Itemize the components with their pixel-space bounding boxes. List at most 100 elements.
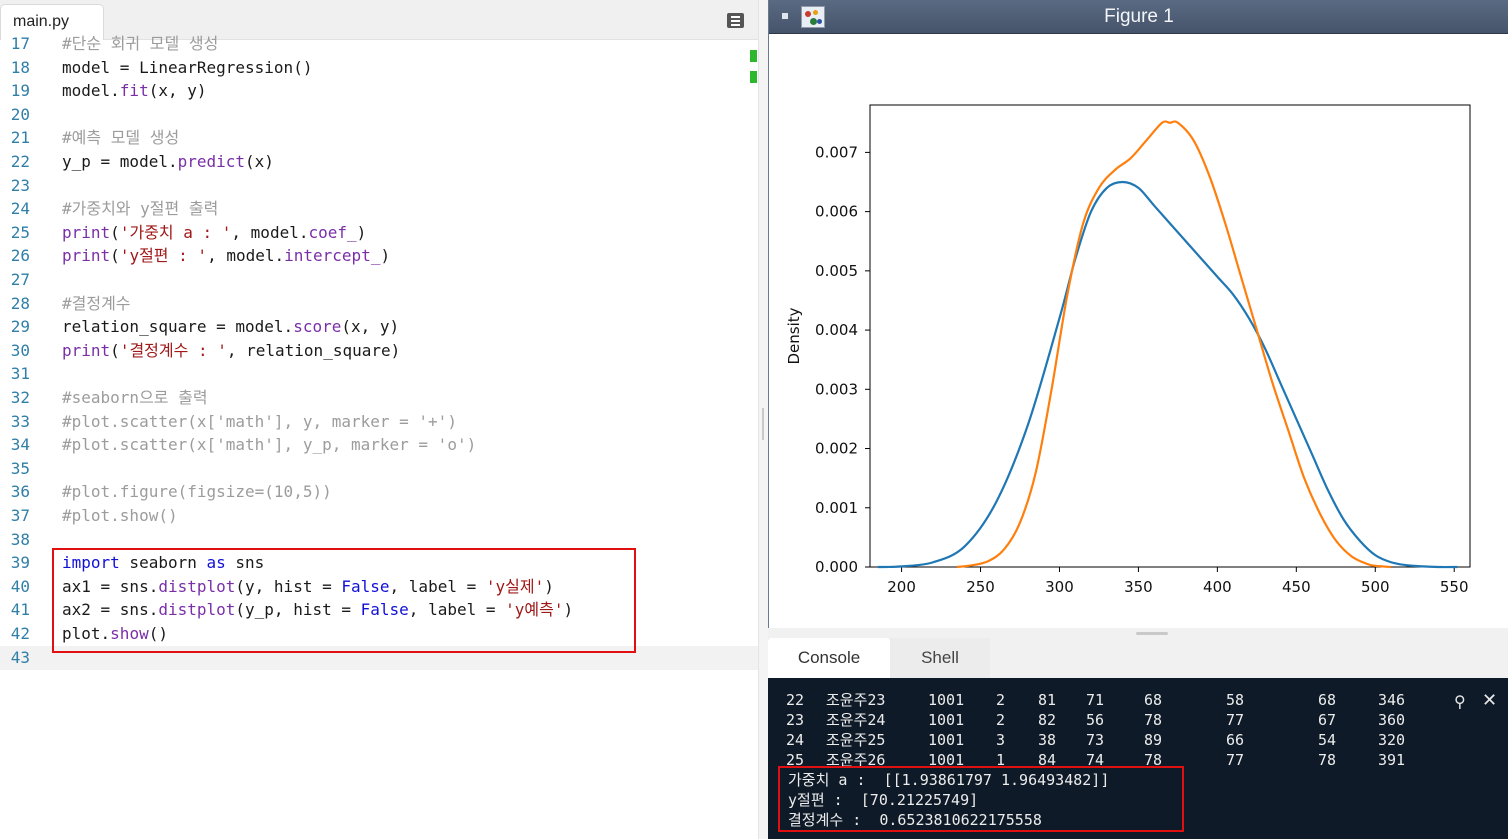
change-marker	[750, 71, 757, 83]
console-output[interactable]: 22 조윤주23 1001 2 81 71 68 58 68 346 23 조윤주24 1001 2 82 5…	[768, 678, 1508, 839]
console-cell: 68	[1144, 691, 1163, 709]
line-source: #가중치와 y절편 출력	[62, 197, 218, 221]
console-cell: 38	[1038, 731, 1057, 749]
y-tick-label: 0.004	[815, 321, 858, 339]
console-cell: 71	[1086, 691, 1105, 709]
code-line[interactable]: 37 #plot.show()	[0, 504, 758, 528]
line-source: #결정계수	[62, 292, 131, 316]
y-tick-label: 0.002	[815, 440, 858, 458]
console-cell: 360	[1378, 711, 1406, 729]
code-token: print	[62, 340, 111, 360]
line-number: 40	[10, 576, 30, 596]
line-number: 27	[10, 270, 30, 289]
close-icon[interactable]: ✕	[1482, 690, 1497, 711]
line-number: 26	[10, 246, 30, 266]
code-line[interactable]: 24 #가중치와 y절편 출력	[0, 197, 758, 221]
code-token: (x, y)	[341, 317, 400, 337]
code-token: model.	[62, 81, 120, 101]
line-number: 25	[10, 222, 30, 242]
x-tick-label: 300	[1045, 578, 1074, 596]
code-token: #plot.scatter(x['math'], y, marker = '+'…	[62, 411, 457, 431]
console-cell: 67	[1318, 711, 1337, 729]
resize-handle[interactable]	[1136, 632, 1168, 635]
line-number: 30	[10, 340, 30, 360]
console-cell: 2	[996, 711, 1006, 729]
code-line[interactable]: 20	[0, 103, 758, 127]
code-token: #예측 모델 생성	[62, 128, 180, 148]
code-line[interactable]: 35	[0, 457, 758, 481]
code-token: #결정계수	[62, 293, 131, 313]
code-line[interactable]: 31	[0, 362, 758, 386]
console-panel: Console Shell 22 조윤주23 1001 2 81 71 68 58 68 346 2…	[768, 628, 1508, 839]
x-tick-label: 400	[1203, 578, 1232, 596]
line-number: 33	[10, 411, 30, 431]
code-line[interactable]: 19 model.fit(x, y)	[0, 79, 758, 103]
code-line[interactable]: 21 #예측 모델 생성	[0, 126, 758, 150]
console-cell: 78	[1318, 751, 1337, 769]
line-number: 39	[10, 553, 30, 573]
density-line-series-2	[956, 120, 1392, 569]
console-cell: 조윤주23	[826, 691, 886, 709]
code-editor[interactable]: main.py 17 #단순 회귀 모델 생성 18 model = LinearRe…	[0, 0, 762, 839]
console-cell: 73	[1086, 731, 1105, 749]
code-line[interactable]: 27	[0, 268, 758, 292]
code-line[interactable]: 34 #plot.scatter(x['math'], y_p, marker =…	[0, 433, 758, 457]
line-source: #seaborn으로 출력	[62, 386, 208, 410]
code-token: )	[356, 222, 367, 242]
console-cell: 1001	[928, 731, 965, 749]
code-line[interactable]: 36 #plot.figure(figsize=(10,5))	[0, 480, 758, 504]
code-line[interactable]: 32 #seaborn으로 출력	[0, 386, 758, 410]
line-number: 41	[10, 600, 30, 620]
code-token: 'y절편 : '	[119, 246, 208, 266]
line-number: 17	[10, 34, 30, 53]
console-cell: 22	[786, 691, 805, 709]
search-icon[interactable]: ⚲	[1454, 692, 1466, 711]
code-token: '가중치 a : '	[119, 222, 232, 242]
console-cell: 조윤주24	[826, 711, 886, 729]
code-line[interactable]: 33 #plot.scatter(x['math'], y, marker = '…	[0, 410, 758, 434]
code-line[interactable]: 23	[0, 174, 758, 198]
line-source: #예측 모델 생성	[62, 126, 179, 150]
line-source: #plot.scatter(x['math'], y, marker = '+'…	[62, 410, 457, 434]
x-tick-label: 450	[1282, 578, 1311, 596]
code-token: #plot.scatter(x['math'], y_p, marker = '…	[62, 435, 477, 455]
line-source: #단순 회귀 모델 생성	[62, 32, 218, 56]
line-number: 31	[10, 364, 30, 384]
code-line[interactable]: 25 print('가중치 a : ', model.coef_)	[0, 221, 758, 245]
line-number: 21	[10, 128, 30, 148]
console-cell: 1001	[928, 691, 965, 709]
line-number: 28	[10, 293, 30, 313]
code-line[interactable]: 18 model = LinearRegression()	[0, 56, 758, 80]
line-number: 24	[10, 199, 30, 219]
code-token: #plot.show()	[62, 506, 178, 525]
line-number: 22	[10, 152, 30, 171]
figure-window: Figure 1 200 250 300 350 400 450 500 550 0.000 0.…	[768, 0, 1508, 628]
line-number: 43	[10, 647, 30, 667]
change-marker	[750, 50, 757, 62]
code-token: #단순 회귀 모델 생성	[62, 34, 219, 53]
code-line[interactable]: 22 y_p = model.predict(x)	[0, 150, 758, 174]
code-token: (x)	[245, 152, 274, 171]
console-cell: 24	[786, 731, 805, 749]
menu-icon[interactable]	[727, 13, 744, 28]
tab-shell[interactable]: Shell	[890, 638, 990, 678]
line-number: 34	[10, 435, 30, 455]
code-token: print	[62, 222, 111, 242]
console-cell: 77	[1226, 751, 1245, 769]
y-tick-label: 0.006	[815, 203, 858, 221]
line-source: print('y절편 : ', model.intercept_)	[62, 244, 390, 268]
code-token: intercept_	[284, 246, 381, 266]
splitter-grip[interactable]	[762, 408, 764, 440]
y-tick-label: 0.001	[815, 499, 858, 517]
code-line[interactable]: 17 #단순 회귀 모델 생성	[0, 32, 758, 56]
code-token: relation_square = model.	[62, 317, 294, 337]
x-tick-label: 200	[887, 578, 916, 596]
figure-titlebar[interactable]: Figure 1	[769, 0, 1508, 34]
line-source: print('가중치 a : ', model.coef_)	[62, 221, 366, 245]
tab-console[interactable]: Console	[768, 638, 890, 678]
code-line[interactable]: 30 print('결정계수 : ', relation_square)	[0, 339, 758, 363]
code-token: score	[293, 317, 342, 337]
code-line[interactable]: 26 print('y절편 : ', model.intercept_)	[0, 244, 758, 268]
code-line[interactable]: 29 relation_square = model.score(x, y)	[0, 315, 758, 339]
code-line[interactable]: 28 #결정계수	[0, 292, 758, 316]
